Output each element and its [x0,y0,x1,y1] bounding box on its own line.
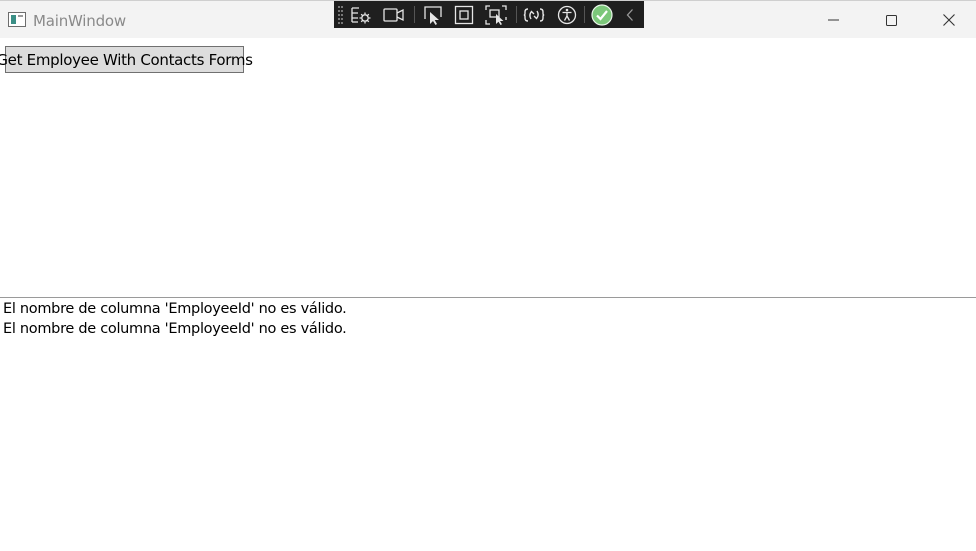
xaml-runtime-toolbar[interactable] [334,1,644,28]
maximize-button[interactable] [862,1,920,39]
accessibility-checker-button[interactable] [554,3,580,27]
status-ok-icon [591,4,613,26]
collapse-toolbar-icon [626,9,633,21]
close-button[interactable] [920,1,976,39]
main-window: MainWindow Get Employee With Contacts Fo… [0,0,976,551]
log-line: El nombre de columna 'EmployeeId' no es … [3,321,347,337]
hot-reload-icon [523,8,545,22]
toolbar-separator [584,6,585,23]
app-window-icon [8,12,26,27]
minimize-icon [827,19,839,21]
toolbar-separator [414,6,415,23]
select-element-icon [424,6,442,25]
track-focus-icon [383,8,404,22]
toolbar-separator [516,6,517,23]
record-video-button[interactable] [381,3,407,27]
select-element-button[interactable] [420,3,446,27]
hot-reload-button[interactable] [521,3,547,27]
live-visual-tree-icon [351,7,371,24]
display-adorners-button[interactable] [451,3,477,27]
live-visual-tree-button[interactable] [348,3,374,27]
get-employee-contacts-button[interactable]: Get Employee With Contacts Forms [0,46,253,73]
track-focused-element-icon [485,5,507,25]
accessibility-icon [557,5,577,25]
track-focused-element-button[interactable] [483,3,509,27]
log-line: El nombre de columna 'EmployeeId' no es … [3,301,347,317]
output-log[interactable]: El nombre de columna 'EmployeeId' no es … [0,297,976,551]
maximize-icon [885,14,897,26]
toolbar-grip-icon[interactable] [338,6,343,24]
display-layout-adorners-icon [454,5,474,25]
collapse-toolbar-button[interactable] [619,3,641,27]
window-title: MainWindow [33,12,126,30]
minimize-button[interactable] [804,1,862,39]
close-icon [943,14,955,26]
status-ok-button[interactable] [589,3,615,27]
